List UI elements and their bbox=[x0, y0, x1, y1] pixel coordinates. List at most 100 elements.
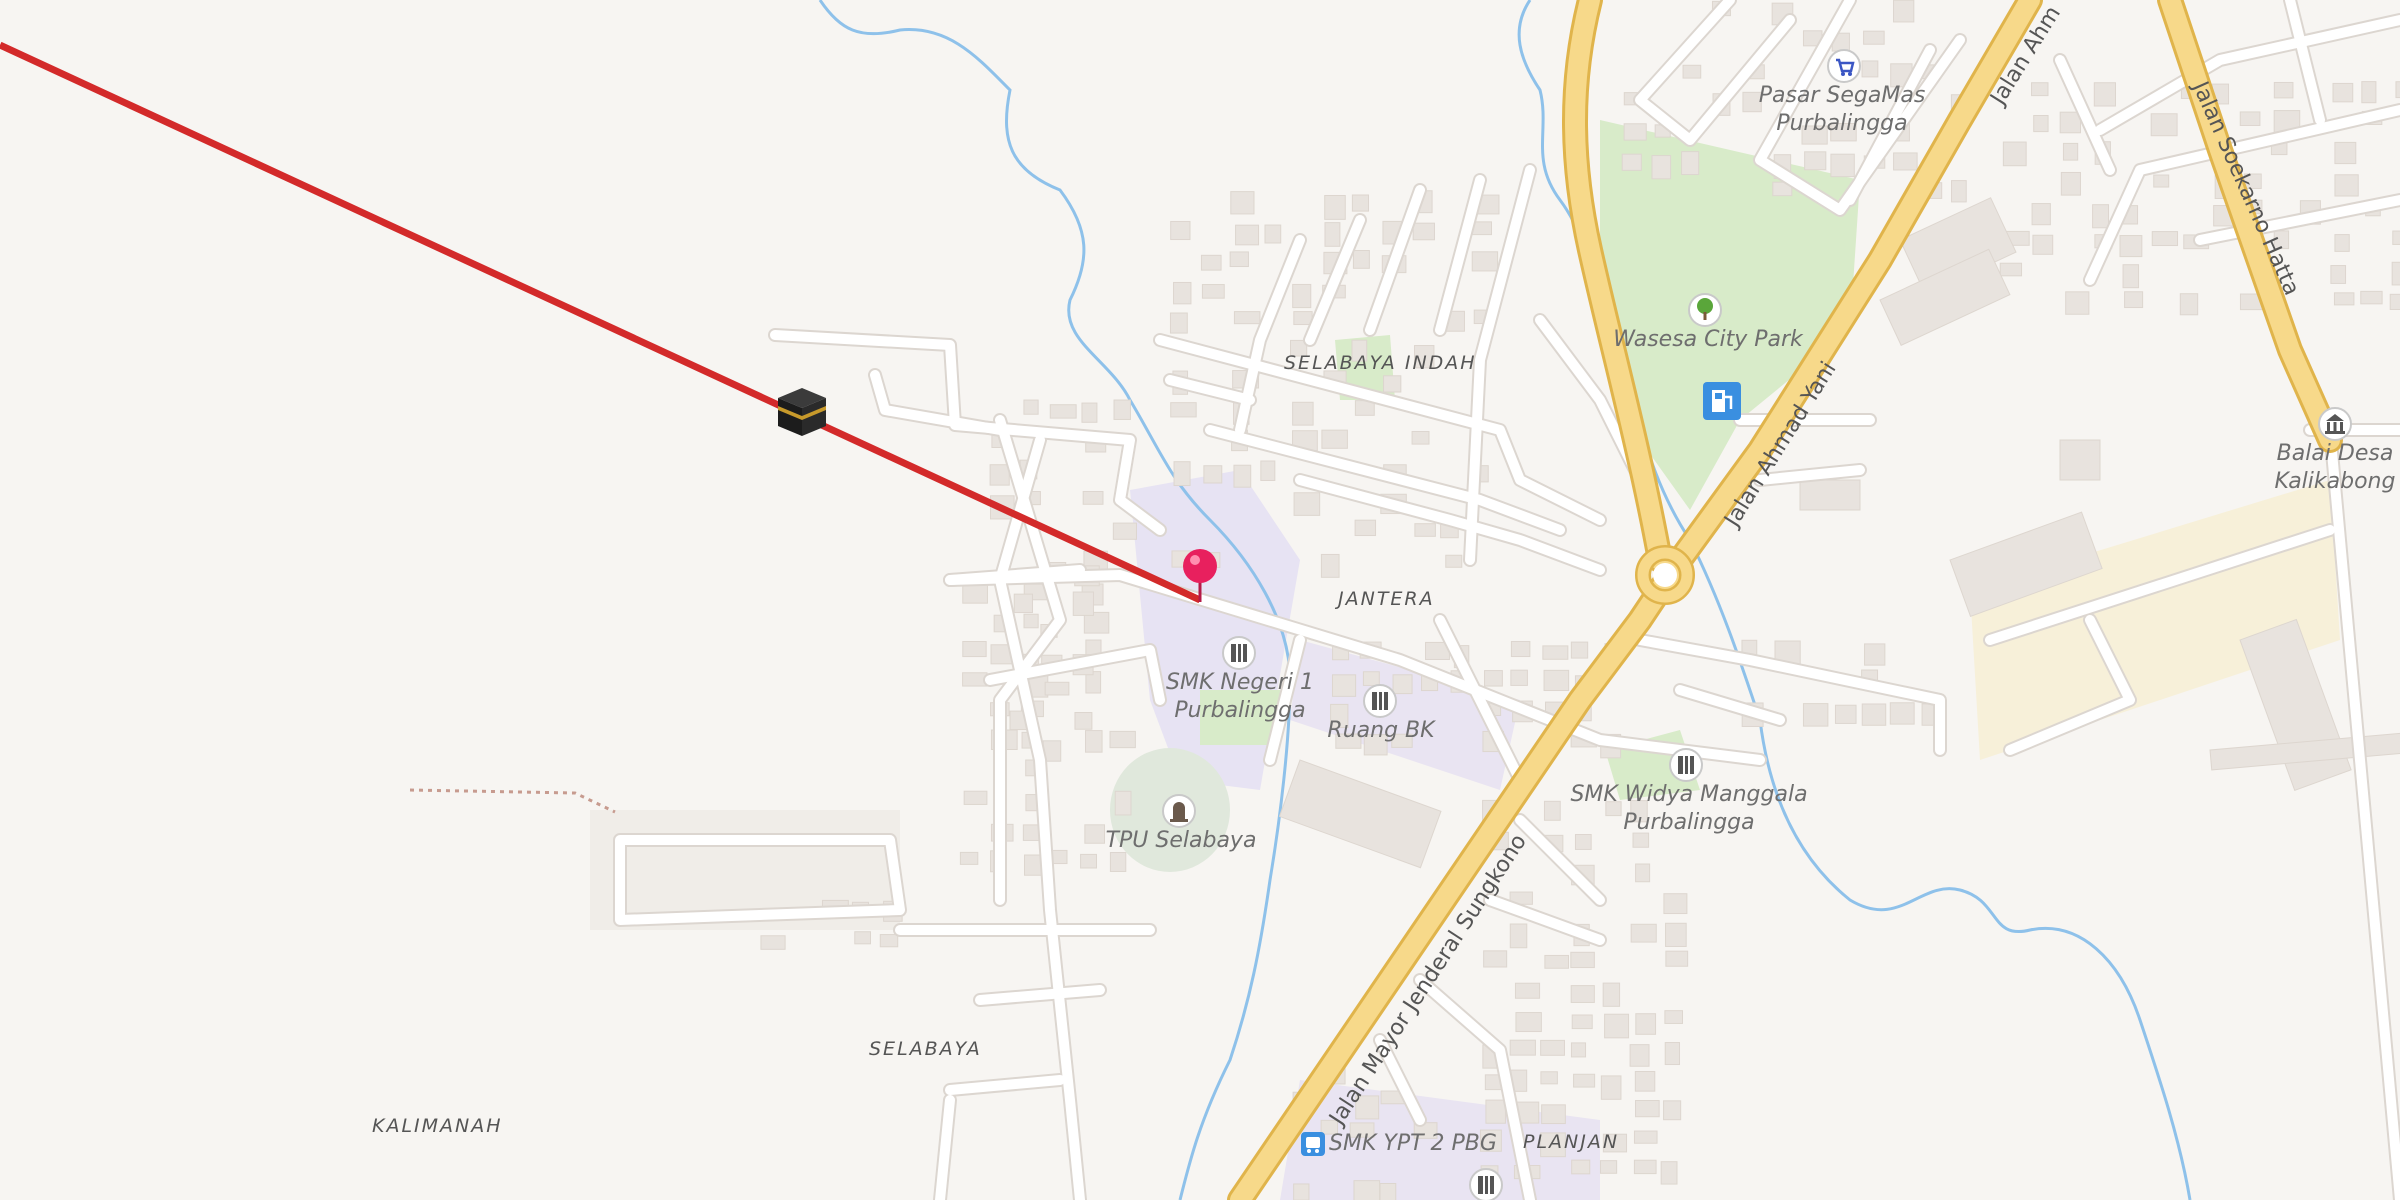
building bbox=[2334, 141, 2357, 165]
building bbox=[1634, 1070, 1656, 1092]
building bbox=[1665, 922, 1687, 947]
building bbox=[2033, 115, 2049, 133]
building bbox=[1412, 222, 1435, 241]
building bbox=[1081, 402, 1098, 423]
building bbox=[1540, 1071, 1558, 1085]
building bbox=[1049, 404, 1077, 419]
poi-label-line1: Balai Desa bbox=[2276, 441, 2394, 466]
building bbox=[1113, 399, 1131, 420]
building bbox=[1109, 852, 1127, 872]
building bbox=[1541, 1104, 1566, 1125]
building bbox=[1235, 224, 1260, 246]
building bbox=[1604, 1013, 1630, 1039]
area-label-selabaya: SELABAYA bbox=[869, 1038, 982, 1060]
building bbox=[1084, 824, 1106, 844]
building bbox=[1804, 151, 1827, 171]
poi-ruang-bk[interactable]: Ruang BK bbox=[1327, 717, 1434, 745]
poi-label-line2: Purbalingga bbox=[1174, 698, 1306, 723]
building bbox=[1861, 60, 1879, 78]
building bbox=[1485, 1099, 1506, 1124]
poi-balai-desa[interactable]: Balai Desa Kalikabong bbox=[2275, 440, 2396, 496]
building bbox=[1633, 1130, 1658, 1144]
building bbox=[1023, 613, 1039, 629]
building bbox=[1229, 251, 1249, 268]
building bbox=[2333, 292, 2355, 306]
building bbox=[2395, 81, 2400, 99]
building bbox=[1889, 702, 1915, 725]
building bbox=[1570, 1042, 1587, 1058]
building bbox=[963, 790, 988, 805]
poi-label-line1: Wasesa City Park bbox=[1613, 327, 1803, 352]
building bbox=[1540, 1039, 1565, 1056]
poi-wasesa-city-park[interactable]: Wasesa City Park bbox=[1613, 326, 1803, 354]
school-icon[interactable] bbox=[1363, 684, 1397, 718]
building bbox=[962, 641, 987, 658]
poi-smk-widya-manggala[interactable]: SMK Widya Manggala Purbalingga bbox=[1570, 781, 1807, 837]
building bbox=[2119, 235, 2143, 258]
building bbox=[1863, 30, 1885, 45]
building bbox=[1664, 1042, 1681, 1066]
building bbox=[1362, 671, 1380, 686]
town-hall-icon[interactable] bbox=[2318, 407, 2352, 441]
building bbox=[1321, 429, 1348, 449]
building bbox=[2389, 293, 2400, 311]
building bbox=[1230, 191, 1255, 215]
building bbox=[1544, 954, 1569, 969]
map-canvas[interactable] bbox=[0, 0, 2400, 1200]
building bbox=[1352, 250, 1370, 269]
building bbox=[1392, 674, 1413, 695]
poi-smk-negeri-1[interactable]: SMK Negeri 1 Purbalingga bbox=[1166, 669, 1314, 725]
building bbox=[1293, 492, 1321, 516]
cemetery-icon[interactable] bbox=[1162, 794, 1196, 828]
building bbox=[1629, 1044, 1650, 1067]
building bbox=[1660, 1161, 1678, 1185]
building bbox=[1651, 155, 1672, 180]
building bbox=[1233, 464, 1252, 488]
building bbox=[1682, 64, 1702, 79]
building bbox=[1514, 982, 1541, 999]
building bbox=[2065, 291, 2090, 315]
building bbox=[1543, 669, 1570, 692]
kaaba-icon[interactable] bbox=[778, 388, 826, 436]
building bbox=[1471, 251, 1499, 272]
building bbox=[959, 851, 979, 865]
poi-label-line1: Ruang BK bbox=[1327, 718, 1435, 743]
building bbox=[1072, 591, 1094, 616]
building bbox=[2092, 204, 2110, 229]
building bbox=[1635, 863, 1651, 883]
building bbox=[1109, 730, 1136, 749]
school-icon[interactable] bbox=[1222, 636, 1256, 670]
poi-label-line1: SMK Negeri 1 bbox=[1165, 670, 1315, 695]
building bbox=[1623, 123, 1647, 141]
shopping-cart-icon[interactable] bbox=[1827, 49, 1861, 83]
building bbox=[1200, 254, 1222, 271]
poi-label-line1: TPU Selabaya bbox=[1105, 828, 1257, 853]
building bbox=[1635, 1100, 1660, 1118]
building bbox=[2391, 261, 2400, 286]
area-label-kalimanah: KALIMANAH bbox=[372, 1115, 503, 1137]
tree-icon[interactable] bbox=[1688, 293, 1722, 327]
school-icon[interactable] bbox=[1469, 1168, 1503, 1200]
building bbox=[1264, 224, 1282, 244]
building bbox=[1570, 951, 1595, 969]
bus-stop-icon[interactable] bbox=[1301, 1132, 1325, 1156]
poi-smk-ypt-2-pbg[interactable]: SMK YPT 2 PBG bbox=[1329, 1130, 1497, 1158]
building bbox=[1799, 479, 1861, 511]
building bbox=[1324, 194, 1346, 220]
building bbox=[1951, 180, 1967, 203]
school-icon[interactable] bbox=[1669, 748, 1703, 782]
building bbox=[760, 935, 786, 950]
building bbox=[1320, 553, 1340, 578]
poi-pasar-segamas[interactable]: Pasar SegaMas Purbalingga bbox=[1759, 82, 1926, 138]
building bbox=[1074, 712, 1093, 730]
building bbox=[1351, 194, 1370, 212]
building bbox=[1324, 222, 1341, 247]
building bbox=[1260, 460, 1276, 481]
building bbox=[2334, 234, 2350, 252]
building bbox=[2150, 113, 2178, 137]
fuel-station-icon[interactable] bbox=[1703, 382, 1741, 420]
building bbox=[2361, 81, 2377, 104]
area-label-jantera: JANTERA bbox=[1338, 588, 1435, 610]
poi-tpu-selabaya[interactable]: TPU Selabaya bbox=[1106, 827, 1257, 855]
building bbox=[1353, 1180, 1381, 1200]
